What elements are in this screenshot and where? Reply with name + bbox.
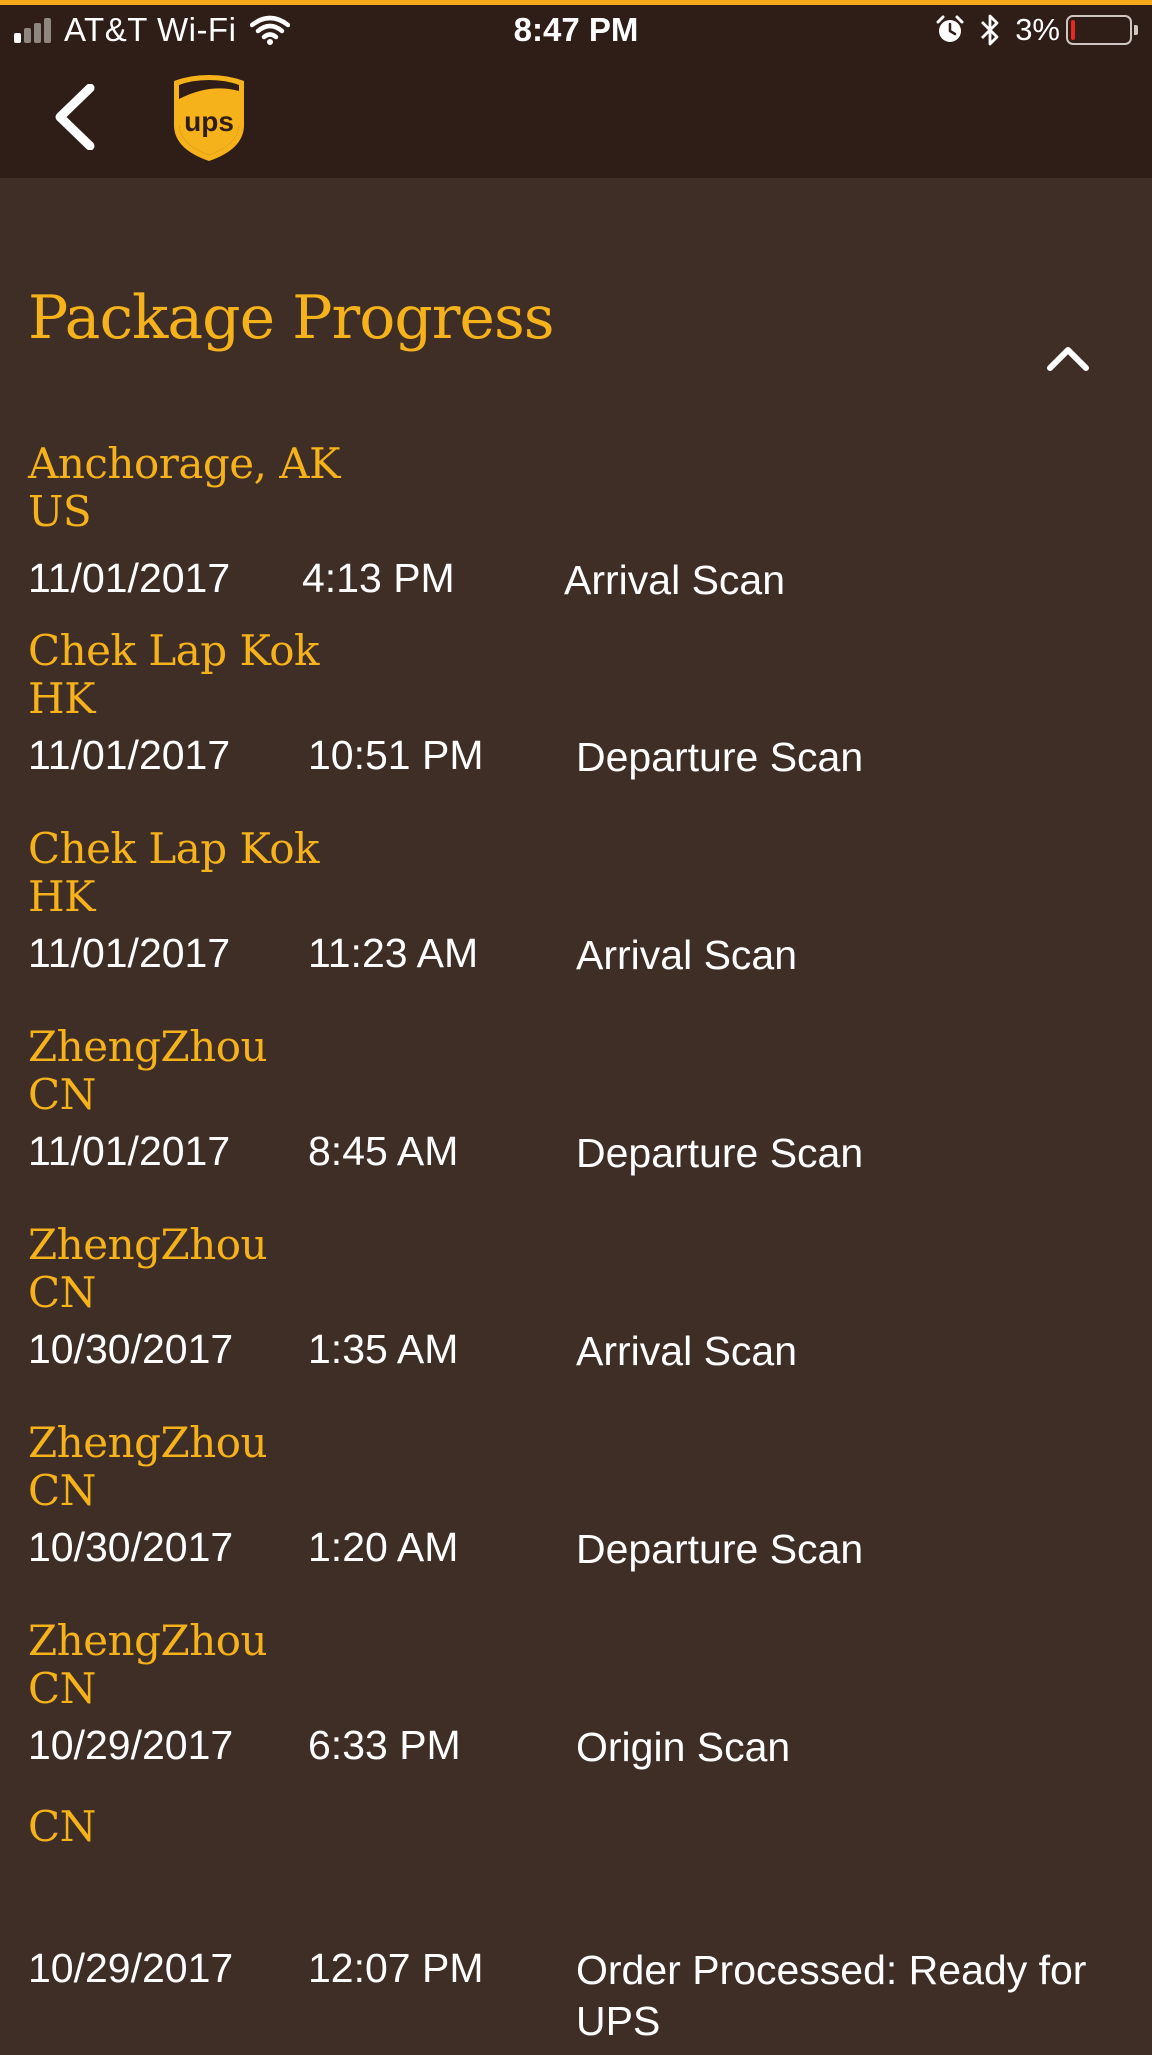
event-country: HK — [28, 674, 96, 723]
event-country: CN — [28, 1466, 96, 1515]
event-item: ZhengZhou CN 10/29/2017 6:33 PM Origin S… — [0, 1617, 1152, 1815]
event-city: ZhengZhou — [28, 1616, 268, 1665]
event-location: Chek Lap Kok HK — [28, 626, 320, 723]
event-city: Chek Lap Kok — [28, 824, 320, 873]
event-location: Chek Lap Kok HK — [28, 824, 320, 921]
event-time: 1:35 AM — [308, 1326, 459, 1372]
event-item: Chek Lap Kok HK 11/01/2017 11:23 AM Arri… — [0, 825, 1152, 1023]
event-activity: Departure Scan — [576, 1130, 864, 1176]
section-title: Package Progress — [28, 283, 555, 353]
event-country: US — [28, 487, 92, 536]
battery-icon — [1066, 15, 1132, 45]
event-activity: Origin Scan — [576, 1724, 791, 1770]
event-country: CN — [28, 1802, 96, 1851]
event-activity: Arrival Scan — [576, 932, 798, 978]
event-date: 11/01/2017 — [28, 555, 231, 601]
event-time: 6:33 PM — [308, 1722, 461, 1768]
chevron-up-icon — [1047, 347, 1089, 371]
event-location: CN — [28, 1803, 96, 1851]
event-location: ZhengZhou CN — [28, 1220, 268, 1317]
bluetooth-icon — [981, 14, 999, 46]
event-date: 11/01/2017 — [28, 732, 231, 778]
event-date: 11/01/2017 — [28, 1128, 231, 1174]
event-time: 4:13 PM — [302, 555, 455, 601]
event-country: CN — [28, 1268, 96, 1317]
event-item: CN 10/29/2017 12:07 PM Order Processed: … — [0, 1803, 1152, 2055]
battery-percent: 3% — [1015, 12, 1060, 47]
event-item: ZhengZhou CN 11/01/2017 8:45 AM Departur… — [0, 1023, 1152, 1221]
event-time: 12:07 PM — [308, 1945, 484, 1991]
event-item: ZhengZhou CN 10/30/2017 1:35 AM Arrival … — [0, 1221, 1152, 1419]
battery-tip — [1134, 25, 1138, 35]
event-time: 11:23 AM — [308, 930, 479, 976]
event-country: HK — [28, 872, 96, 921]
event-city: Chek Lap Kok — [28, 626, 320, 675]
event-date: 10/29/2017 — [28, 1945, 234, 1991]
event-country: CN — [28, 1070, 96, 1119]
event-date: 10/30/2017 — [28, 1524, 234, 1570]
event-location: ZhengZhou CN — [28, 1418, 268, 1515]
ups-logo: ups — [174, 75, 244, 161]
event-city: Anchorage, AK — [28, 439, 341, 488]
event-item: ZhengZhou CN 10/30/2017 1:20 AM Departur… — [0, 1419, 1152, 1617]
event-time: 1:20 AM — [308, 1524, 459, 1570]
event-item: Anchorage, AK US 11/01/2017 4:13 PM Arri… — [0, 440, 1152, 627]
event-activity: Arrival Scan — [564, 557, 786, 603]
event-date: 10/30/2017 — [28, 1326, 234, 1372]
chevron-left-icon — [55, 84, 95, 150]
event-location: Anchorage, AK US — [28, 439, 341, 536]
event-item: Chek Lap Kok HK 11/01/2017 10:51 PM Depa… — [0, 627, 1152, 825]
event-date: 10/29/2017 — [28, 1722, 234, 1768]
status-bar: AT&T Wi-Fi 8:47 PM 3% — [0, 5, 1152, 55]
event-city: ZhengZhou — [28, 1418, 268, 1467]
event-date: 11/01/2017 — [28, 930, 231, 976]
event-time: 10:51 PM — [308, 732, 484, 778]
event-city: ZhengZhou — [28, 1220, 268, 1269]
event-time: 8:45 AM — [308, 1128, 459, 1174]
event-country: CN — [28, 1664, 96, 1713]
events-list: Anchorage, AK US 11/01/2017 4:13 PM Arri… — [0, 440, 1152, 2055]
event-activity: Order Processed: Ready for UPS — [576, 1947, 1087, 2044]
event-location: ZhengZhou CN — [28, 1022, 268, 1119]
event-activity: Departure Scan — [576, 1526, 864, 1572]
event-city: ZhengZhou — [28, 1022, 268, 1071]
event-activity: Departure Scan — [576, 734, 864, 780]
nav-bar: ups — [0, 55, 1152, 178]
status-right: 3% — [935, 9, 1138, 51]
event-activity: Arrival Scan — [576, 1328, 798, 1374]
collapse-button[interactable] — [1038, 328, 1098, 388]
back-button[interactable] — [40, 77, 110, 157]
event-location: ZhengZhou CN — [28, 1616, 268, 1713]
svg-text:ups: ups — [184, 106, 234, 137]
alarm-icon — [936, 15, 964, 42]
